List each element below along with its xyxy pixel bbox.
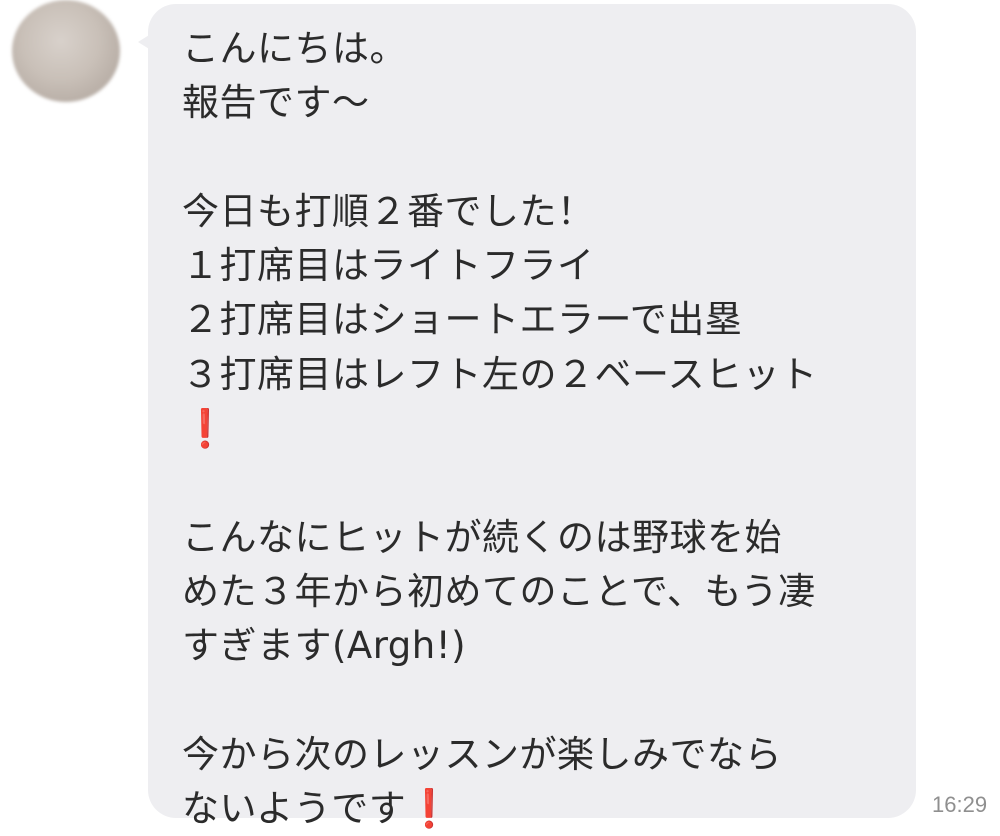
message-line-2: 報告です〜	[182, 81, 370, 125]
message-line-7: ３打席目はレフト左の２ベースヒット	[182, 352, 818, 396]
message-line-4: 今日も打順２番でした！	[182, 189, 595, 233]
exclamation-icon: ❗	[406, 787, 453, 831]
message-line-10: こんなにヒットが続くのは野球を始	[182, 515, 782, 559]
message-line-11: めた３年から初めてのことで、もう凄	[182, 569, 816, 613]
message-line-12: すぎます(Argh!)	[182, 624, 467, 668]
message-timestamp: 16:29	[932, 792, 988, 817]
message-line-15-text: ないようです	[182, 787, 407, 831]
exclamation-icon: ❗	[182, 407, 229, 451]
sender-avatar[interactable]	[12, 0, 120, 102]
message-line-6: ２打席目はショートエラーで出塁	[182, 298, 743, 342]
message-line-15: ないようです❗	[182, 782, 896, 836]
exclamation-line: ❗	[182, 402, 896, 456]
message-line-14: 今から次のレッスンが楽しみでなら	[182, 732, 782, 776]
message-bubble[interactable]: こんにちは。 報告です〜 今日も打順２番でした！ １打席目はライトフライ ２打席…	[148, 4, 916, 830]
message-line-1: こんにちは。	[182, 27, 407, 70]
message-line-5: １打席目はライトフライ	[182, 244, 595, 288]
